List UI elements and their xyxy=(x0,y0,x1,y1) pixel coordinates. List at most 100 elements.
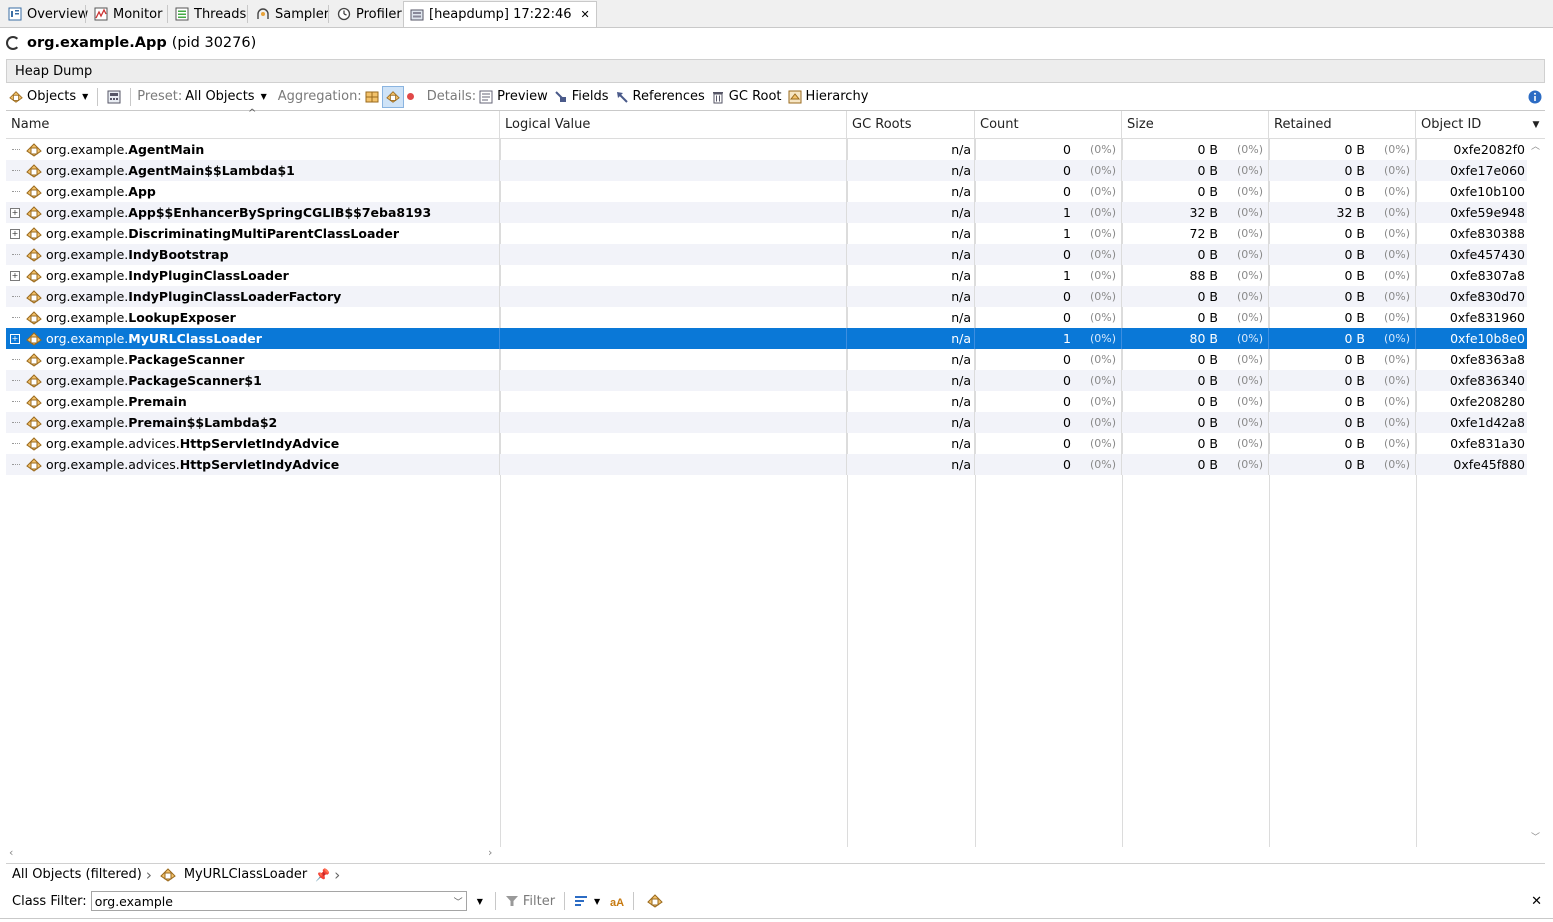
expand-icon[interactable]: + xyxy=(8,270,22,281)
count-cell: 0 (0%) xyxy=(975,349,1122,370)
filter-button[interactable]: Filter xyxy=(502,890,558,912)
breadcrumb-root[interactable]: All Objects (filtered) xyxy=(12,867,142,882)
loading-icon xyxy=(6,36,20,50)
expand-icon[interactable]: + xyxy=(8,228,22,239)
table-row[interactable]: org.example. PackageScanner n/a 0 (0%) 0 B (0%… xyxy=(6,349,1527,370)
compute-button[interactable] xyxy=(104,86,124,108)
retained-cell: 0 B (0%) xyxy=(1269,139,1416,160)
column-header-gc-roots[interactable]: GC Roots xyxy=(847,111,975,138)
class-icon xyxy=(26,373,42,388)
column-header-count[interactable]: Count xyxy=(975,111,1122,138)
scroll-up-arrow[interactable]: ︿ xyxy=(1531,139,1540,152)
table-row[interactable]: org.example. AgentMain$$Lambda$1 n/a 0 (0%) 0… xyxy=(6,160,1527,181)
table-row[interactable]: + org.example. MyURLClassLoader n/a 1 (0%) 80 … xyxy=(6,328,1527,349)
package-name: org.example. xyxy=(46,163,129,178)
hierarchy-toggle[interactable]: Hierarchy xyxy=(785,86,872,108)
table-row[interactable]: org.example.advices. HttpServletIndyAdvic… xyxy=(6,454,1527,475)
object-id-cell: 0xfe10b8e0 xyxy=(1450,331,1525,346)
references-toggle[interactable]: References xyxy=(612,86,708,108)
class-name: MyURLClassLoader xyxy=(128,331,262,346)
aggregation-packages-button[interactable] xyxy=(362,86,382,108)
size-cell: 0 B (0%) xyxy=(1122,391,1269,412)
name-cell: org.example. AgentMain$$Lambda$1 xyxy=(6,160,500,181)
class-icon xyxy=(26,142,42,157)
table-row[interactable]: org.example. LookupExposer n/a 0 (0%) 0 B (0%)… xyxy=(6,307,1527,328)
table-row[interactable]: + org.example. IndyPluginClassLoader n/a 1 (0… xyxy=(6,265,1527,286)
logical-value-cell xyxy=(500,181,847,202)
logical-value-cell xyxy=(500,391,847,412)
chevron-down-icon: ▼ xyxy=(82,92,89,101)
tab-sampler[interactable]: Sampler xyxy=(250,2,335,26)
expand-icon[interactable]: + xyxy=(8,333,22,344)
breadcrumb: All Objects (filtered) › MyURLClassLoade… xyxy=(6,863,1545,885)
size-cell: 0 B (0%) xyxy=(1122,244,1269,265)
table-row[interactable]: org.example. AgentMain n/a 0 (0%) 0 B (0%) 0 B(… xyxy=(6,139,1527,160)
preview-toggle[interactable]: Preview xyxy=(476,86,551,108)
info-button[interactable] xyxy=(1525,86,1545,108)
column-header-object-id[interactable]: Object ID xyxy=(1416,111,1527,138)
object-id-cell: 0xfe1d42a8 xyxy=(1450,415,1525,430)
table-row[interactable]: org.example. PackageScanner$1 n/a 0 (0%) 0 B(… xyxy=(6,370,1527,391)
column-chooser-button[interactable]: ▼ xyxy=(1527,111,1545,138)
horizontal-scrollbar[interactable]: ‹ › xyxy=(6,846,500,861)
sampler-icon xyxy=(257,8,269,19)
table-row[interactable]: org.example. IndyBootstrap n/a 0 (0%) 0 B (0%)… xyxy=(6,244,1527,265)
hierarchy-label: Hierarchy xyxy=(805,89,869,104)
tab-threads-label: Threads xyxy=(194,6,247,22)
table-row[interactable]: org.example. App n/a 0 (0%) 0 B (0%) 0 B (0%) 0xf… xyxy=(6,181,1527,202)
close-icon[interactable]: ✕ xyxy=(1531,894,1542,909)
table-row[interactable]: + org.example. DiscriminatingMultiParentCl… xyxy=(6,223,1527,244)
aggregation-classes-button[interactable] xyxy=(381,85,404,108)
aggregation-instances-button[interactable] xyxy=(404,86,417,108)
class-filter-options-button[interactable] xyxy=(640,890,670,912)
match-case-toggle[interactable]: aA xyxy=(607,890,627,912)
count-cell: 0 (0%) xyxy=(975,286,1122,307)
table-row[interactable]: org.example. Premain$$Lambda$2 n/a 0 (0%) 0 B… xyxy=(6,412,1527,433)
tree-line xyxy=(8,296,22,297)
object-id-cell: 0xfe830388 xyxy=(1449,226,1525,241)
column-header-retained[interactable]: Retained xyxy=(1269,111,1416,138)
table-row[interactable]: org.example.advices. HttpServletIndyAdvic… xyxy=(6,433,1527,454)
tab-heapdump[interactable]: [heapdump] 17:22:46 ✕ xyxy=(403,1,597,27)
retained-cell: 0 B (0%) xyxy=(1269,181,1416,202)
count-cell: 0 (0%) xyxy=(975,412,1122,433)
class-name: PackageScanner$1 xyxy=(128,373,262,388)
table-row[interactable]: org.example. IndyPluginClassLoaderFactory… xyxy=(6,286,1527,307)
vertical-scrollbar[interactable]: ︿ ﹀ xyxy=(1528,138,1541,846)
table-row[interactable]: + org.example. App$$EnhancerBySpringCGLIB$… xyxy=(6,202,1527,223)
scroll-right-arrow[interactable]: › xyxy=(488,846,492,859)
package-name: org.example. xyxy=(46,184,129,199)
tab-profiler[interactable]: Profiler xyxy=(331,2,408,26)
class-icon xyxy=(26,394,42,409)
breadcrumb-current[interactable]: MyURLClassLoader xyxy=(184,867,307,882)
tab-threads[interactable]: Threads xyxy=(169,2,252,26)
objects-dropdown[interactable]: Objects ▼ xyxy=(6,86,91,108)
gc-roots-cell: n/a xyxy=(847,160,975,181)
scroll-left-arrow[interactable]: ‹ xyxy=(9,846,13,859)
column-header-logical-value[interactable]: Logical Value xyxy=(500,111,847,138)
tree-line xyxy=(8,317,22,318)
class-filter-input[interactable]: org.example ﹀ xyxy=(90,891,467,911)
object-id-cell: 0xfe10b100 xyxy=(1449,184,1525,199)
logical-value-cell xyxy=(500,370,847,391)
scroll-down-arrow[interactable]: ﹀ xyxy=(1531,830,1540,843)
table-row[interactable]: org.example. Premain n/a 0 (0%) 0 B (0%) 0 B (0%… xyxy=(6,391,1527,412)
tree-line xyxy=(8,401,22,402)
filter-type-dropdown[interactable]: ▼ xyxy=(571,890,603,912)
tab-overview[interactable]: Overview xyxy=(2,2,94,26)
filter-history-dropdown[interactable]: ▼ xyxy=(477,897,483,906)
gc-roots-cell: n/a xyxy=(847,139,975,160)
column-header-name[interactable]: Name ^ xyxy=(6,108,500,138)
pin-icon[interactable]: 📌 xyxy=(315,868,330,882)
fields-toggle[interactable]: Fields xyxy=(551,86,612,108)
close-icon[interactable]: ✕ xyxy=(581,8,590,21)
section-header: Heap Dump xyxy=(6,59,1545,83)
class-name: Premain xyxy=(128,394,187,409)
tab-monitor[interactable]: Monitor xyxy=(88,2,168,26)
preset-dropdown[interactable]: All Objects ▼ xyxy=(182,86,270,108)
chevron-right-icon: › xyxy=(334,865,341,884)
column-header-size[interactable]: Size xyxy=(1122,111,1269,138)
expand-icon[interactable]: + xyxy=(8,207,22,218)
chevron-down-icon[interactable]: ﹀ xyxy=(454,895,463,908)
gcroot-toggle[interactable]: GC Root xyxy=(708,86,785,108)
